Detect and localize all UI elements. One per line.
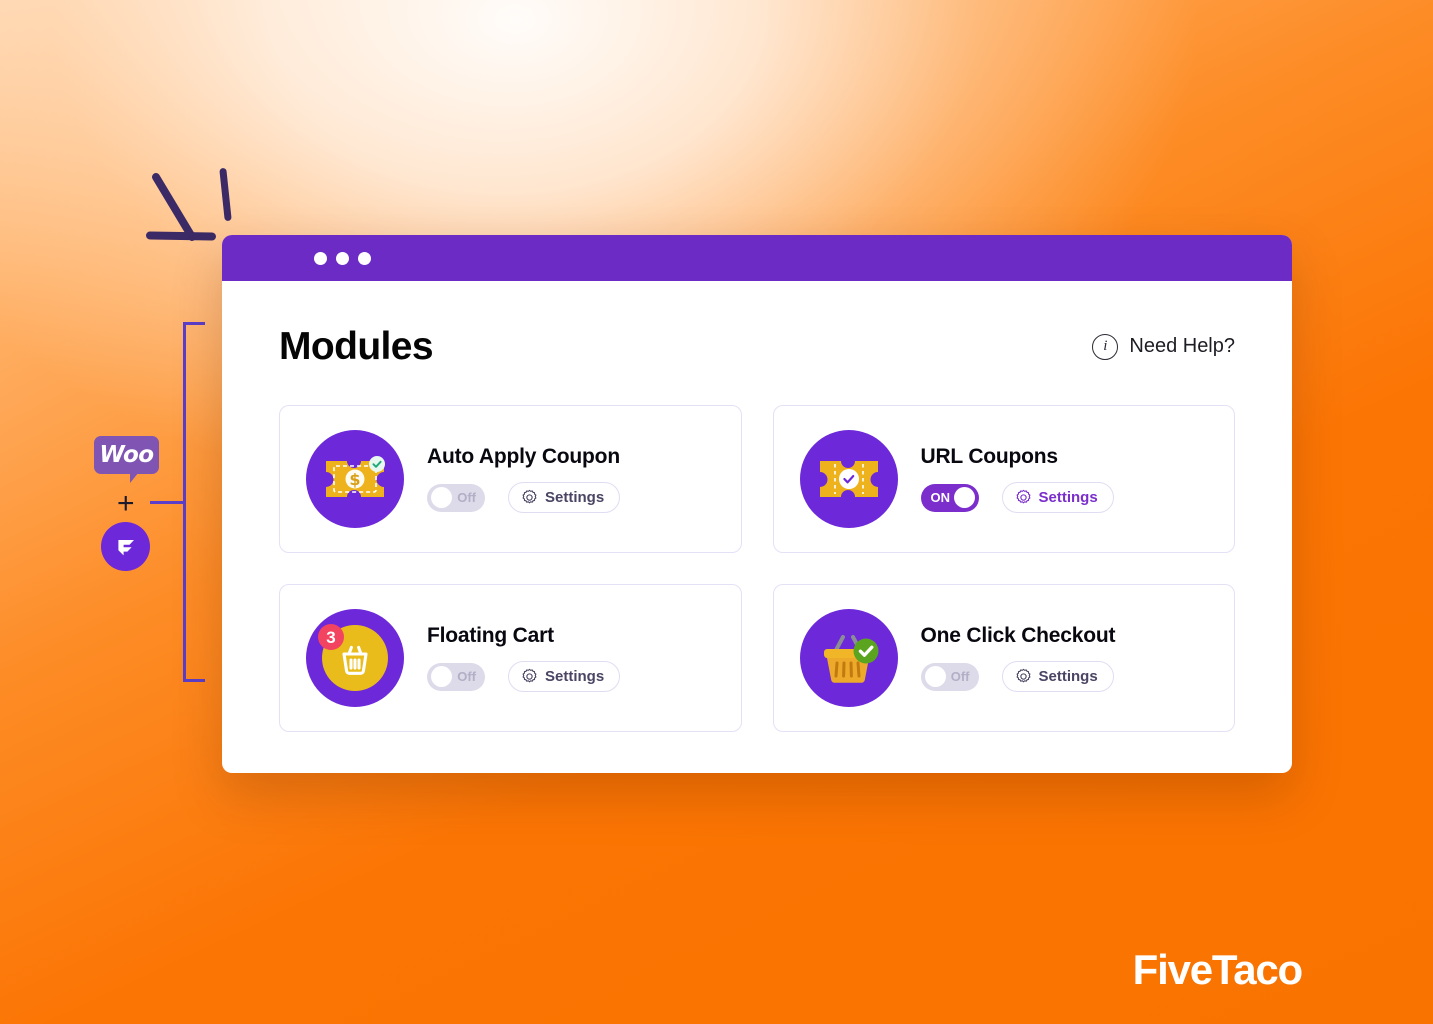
fivetaco-wordmark: FiveTaco <box>1132 946 1304 993</box>
settings-button-url-coupons[interactable]: Settings <box>1001 482 1114 513</box>
module-card-body: One Click Checkout Off Settings <box>920 624 1116 692</box>
module-title: URL Coupons <box>920 445 1059 468</box>
toggle-knob <box>953 487 975 508</box>
floating-cart-basket-icon: 3 <box>306 609 404 707</box>
settings-button-one-click-checkout[interactable]: Settings <box>1001 661 1114 692</box>
gear-icon <box>1016 489 1030 504</box>
module-card-body: Auto Apply Coupon Off Settings <box>427 445 621 513</box>
sparkle-vertical-line <box>219 167 232 222</box>
module-title: Floating Cart <box>427 624 554 647</box>
module-controls: Off Settings <box>920 661 1116 692</box>
woocommerce-logo-label: Woo <box>99 442 154 468</box>
module-card-body: URL Coupons ON Settings <box>920 445 1114 513</box>
module-title: Auto Apply Coupon <box>427 445 620 468</box>
cart-badge-count: 3 <box>326 628 335 647</box>
bracket-decoration <box>183 322 205 682</box>
toggle-knob <box>924 666 946 687</box>
settings-label: Settings <box>545 668 605 685</box>
module-toggle-url-coupons[interactable]: ON <box>920 483 979 512</box>
need-help-label: Need Help? <box>1129 335 1235 357</box>
coupon-check-ticket-icon <box>799 430 898 528</box>
fivetaco-f-icon <box>101 522 150 571</box>
module-toggle-one-click-checkout[interactable]: Off <box>920 662 979 691</box>
coupon-dollar-ticket-icon: $ <box>306 430 404 528</box>
window-dot-1[interactable] <box>314 251 327 265</box>
module-toggle-floating-cart[interactable]: Off <box>427 662 485 691</box>
modules-grid: $ Auto Apply Coupon Off Settings URL Cou… <box>279 405 1235 732</box>
settings-button-floating-cart[interactable]: Settings <box>508 661 621 692</box>
module-controls: ON Settings <box>920 482 1114 513</box>
sparkle-horizontal-line <box>145 231 217 241</box>
module-card-floating-cart[interactable]: 3 Floating Cart Off Settings <box>279 584 742 732</box>
gear-icon <box>522 668 537 683</box>
window-dot-2[interactable] <box>336 251 349 265</box>
page-header: Modules i Need Help? <box>279 327 1235 366</box>
module-controls: Off Settings <box>427 661 621 692</box>
module-toggle-auto-apply-coupon[interactable]: Off <box>427 483 485 512</box>
bracket-stem-decoration <box>150 501 186 504</box>
woocommerce-logo: Woo <box>94 436 159 483</box>
gear-icon <box>1016 668 1030 683</box>
settings-label: Settings <box>1038 489 1098 506</box>
window-titlebar <box>222 235 1292 281</box>
toggle-label: ON <box>930 490 951 505</box>
settings-button-auto-apply-coupon[interactable]: Settings <box>508 482 621 513</box>
module-card-one-click-checkout[interactable]: One Click Checkout Off Settings <box>772 584 1235 732</box>
svg-text:$: $ <box>349 470 360 489</box>
gear-icon <box>522 489 537 504</box>
toggle-label: Off <box>950 669 970 684</box>
module-controls: Off Settings <box>427 482 621 513</box>
info-circle-icon: i <box>1092 333 1119 360</box>
sparkle-decoration <box>145 167 241 246</box>
toggle-knob <box>431 487 452 508</box>
plus-symbol: + <box>117 487 135 520</box>
need-help-link[interactable]: i Need Help? <box>1092 333 1235 360</box>
module-card-body: Floating Cart Off Settings <box>427 624 621 692</box>
checkout-basket-check-icon <box>799 609 898 707</box>
toggle-label: Off <box>457 669 476 684</box>
module-card-url-coupons[interactable]: URL Coupons ON Settings <box>772 405 1235 553</box>
toggle-label: Off <box>457 490 476 505</box>
window-dot-3[interactable] <box>358 251 371 265</box>
module-title: One Click Checkout <box>920 624 1116 647</box>
window-content: Modules i Need Help? $ Auto Apply Coupon… <box>222 281 1292 732</box>
toggle-knob <box>431 666 452 687</box>
module-card-auto-apply-coupon[interactable]: $ Auto Apply Coupon Off Settings <box>279 405 742 553</box>
app-window: Modules i Need Help? $ Auto Apply Coupon… <box>222 235 1292 773</box>
settings-label: Settings <box>1038 668 1098 685</box>
page-title: Modules <box>279 325 434 368</box>
settings-label: Settings <box>545 489 605 506</box>
